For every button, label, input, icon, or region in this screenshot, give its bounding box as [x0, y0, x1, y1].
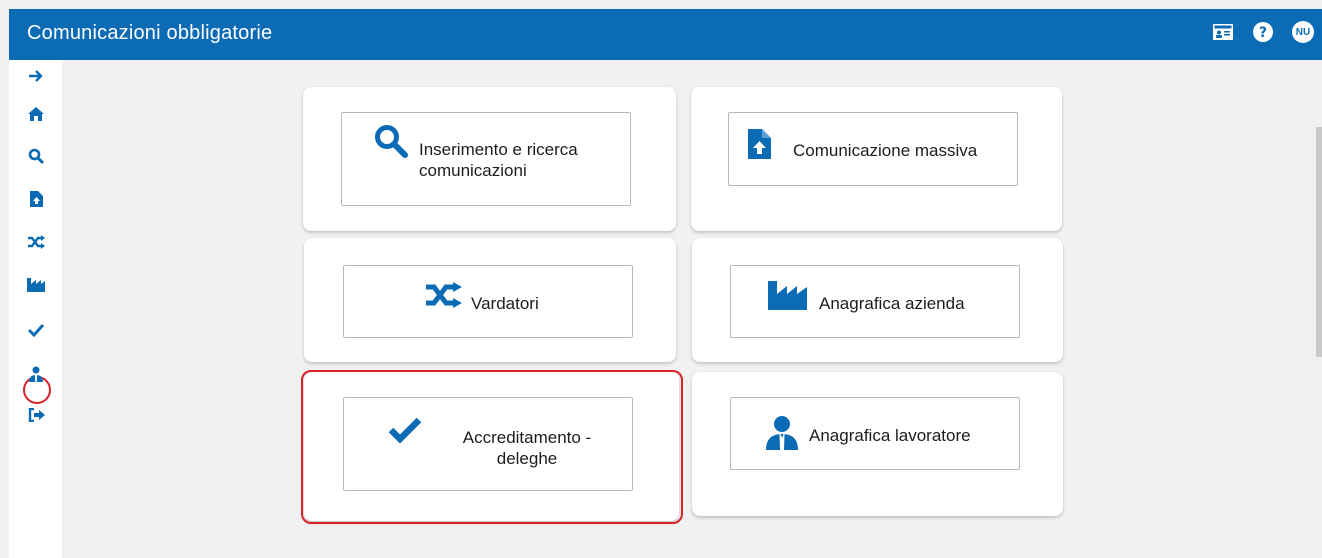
user-tie-icon[interactable]	[24, 362, 48, 386]
factory-icon[interactable]	[24, 273, 48, 297]
tile-label: Comunicazione massiva	[793, 141, 978, 160]
tile-label: Inserimento e ricerca comunicazioni	[419, 140, 578, 180]
top-icons: ? NU	[1212, 21, 1314, 43]
tile-comunicazione-massiva[interactable]: Comunicazione massiva	[728, 112, 1018, 186]
user-avatar[interactable]: NU	[1292, 21, 1314, 43]
id-card-icon[interactable]	[1212, 21, 1234, 43]
card-inserimento: Inserimento e ricerca comunicazioni	[303, 87, 676, 231]
tile-inserimento-ricerca[interactable]: Inserimento e ricerca comunicazioni	[341, 112, 631, 206]
tile-label: Anagrafica azienda	[819, 294, 965, 313]
page-scrollbar[interactable]	[1316, 60, 1322, 558]
expand-arrow-icon[interactable]	[24, 64, 48, 88]
svg-text:?: ?	[1259, 25, 1267, 41]
factory-icon	[767, 280, 807, 310]
app-title: Comunicazioni obbligatorie	[27, 22, 273, 44]
user-tie-icon	[765, 416, 799, 450]
card-vardatori: Vardatori	[304, 238, 676, 362]
file-upload-icon	[747, 127, 771, 161]
checkmark-icon[interactable]	[24, 318, 48, 342]
home-icon[interactable]	[24, 102, 48, 126]
sign-out-icon[interactable]	[24, 403, 48, 427]
help-icon[interactable]: ?	[1252, 21, 1274, 43]
scroll-thumb[interactable]	[1316, 127, 1322, 357]
top-bar: Comunicazioni obbligatorie ? NU	[9, 9, 1322, 60]
tile-label: Vardatori	[471, 294, 539, 313]
card-anagrafica-azienda: Anagrafica azienda	[692, 238, 1063, 362]
search-icon[interactable]	[24, 144, 48, 168]
tile-anagrafica-lavoratore[interactable]: Anagrafica lavoratore	[730, 397, 1020, 470]
tile-vardatori[interactable]: Vardatori	[343, 265, 633, 338]
highlight-outline	[301, 370, 683, 524]
shuffle-icon[interactable]	[24, 230, 48, 254]
card-anagrafica-lavoratore: Anagrafica lavoratore	[692, 372, 1063, 516]
tile-anagrafica-azienda[interactable]: Anagrafica azienda	[730, 265, 1020, 338]
sidebar	[9, 60, 62, 558]
tile-label: Anagrafica lavoratore	[809, 426, 971, 445]
file-upload-icon[interactable]	[24, 187, 48, 211]
card-comunicazione-massiva: Comunicazione massiva	[691, 87, 1062, 231]
shuffle-icon	[424, 282, 464, 308]
search-icon	[373, 123, 409, 159]
